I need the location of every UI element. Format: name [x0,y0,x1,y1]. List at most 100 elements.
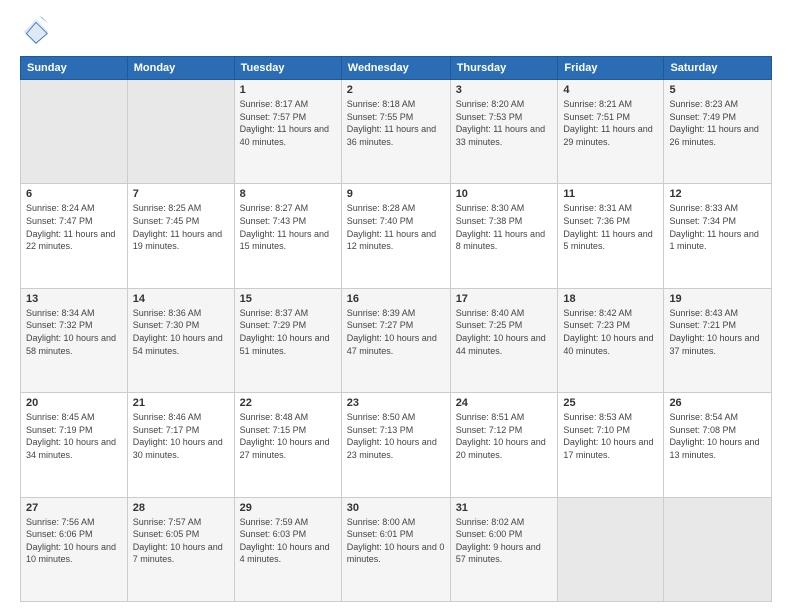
day-number: 23 [347,397,445,409]
day-info: Sunrise: 8:48 AM Sunset: 7:15 PM Dayligh… [240,411,336,461]
day-info: Sunrise: 8:21 AM Sunset: 7:51 PM Dayligh… [563,98,658,148]
day-info: Sunrise: 8:33 AM Sunset: 7:34 PM Dayligh… [669,202,766,252]
page: SundayMondayTuesdayWednesdayThursdayFrid… [0,0,792,612]
day-info: Sunrise: 7:56 AM Sunset: 6:06 PM Dayligh… [26,516,122,566]
calendar-cell: 3 Sunrise: 8:20 AM Sunset: 7:53 PM Daylig… [450,80,558,184]
day-info: Sunrise: 7:57 AM Sunset: 6:05 PM Dayligh… [133,516,229,566]
calendar-cell: 12 Sunrise: 8:33 AM Sunset: 7:34 PM Dayli… [664,184,772,288]
day-number: 28 [133,502,229,514]
day-info: Sunrise: 8:40 AM Sunset: 7:25 PM Dayligh… [456,307,553,357]
day-info: Sunrise: 8:20 AM Sunset: 7:53 PM Dayligh… [456,98,553,148]
calendar-header: SundayMondayTuesdayWednesdayThursdayFrid… [21,57,772,80]
day-info: Sunrise: 8:00 AM Sunset: 6:01 PM Dayligh… [347,516,445,566]
day-info: Sunrise: 8:18 AM Sunset: 7:55 PM Dayligh… [347,98,445,148]
calendar-cell: 6Sunrise: 8:24 AM Sunset: 7:47 PM Daylig… [21,184,128,288]
calendar-cell: 31Sunrise: 8:02 AM Sunset: 6:00 PM Dayli… [450,497,558,601]
day-info: Sunrise: 8:02 AM Sunset: 6:00 PM Dayligh… [456,516,553,566]
calendar-cell: 13Sunrise: 8:34 AM Sunset: 7:32 PM Dayli… [21,288,128,392]
week-row-1: 1 Sunrise: 8:17 AM Sunset: 7:57 PM Daylig… [21,80,772,184]
calendar-cell: 1 Sunrise: 8:17 AM Sunset: 7:57 PM Daylig… [234,80,341,184]
calendar-cell [558,497,664,601]
calendar-cell: 19 Sunrise: 8:43 AM Sunset: 7:21 PM Dayli… [664,288,772,392]
day-number: 4 [563,84,658,96]
calendar-cell: 22 Sunrise: 8:48 AM Sunset: 7:15 PM Dayli… [234,393,341,497]
calendar-cell [664,497,772,601]
calendar-cell [127,80,234,184]
day-number: 26 [669,397,766,409]
header [20,16,772,48]
day-number: 24 [456,397,553,409]
day-number: 5 [669,84,766,96]
calendar-table: SundayMondayTuesdayWednesdayThursdayFrid… [20,56,772,602]
calendar-cell: 9 Sunrise: 8:28 AM Sunset: 7:40 PM Daylig… [341,184,450,288]
week-row-4: 20Sunrise: 8:45 AM Sunset: 7:19 PM Dayli… [21,393,772,497]
calendar-cell: 2 Sunrise: 8:18 AM Sunset: 7:55 PM Daylig… [341,80,450,184]
day-number: 16 [347,293,445,305]
calendar-cell: 27 Sunrise: 7:56 AM Sunset: 6:06 PM Dayli… [21,497,128,601]
day-info: Sunrise: 7:59 AM Sunset: 6:03 PM Dayligh… [240,516,336,566]
calendar-cell: 28 Sunrise: 7:57 AM Sunset: 6:05 PM Dayli… [127,497,234,601]
header-day-sunday: Sunday [21,57,128,80]
day-info: Sunrise: 8:17 AM Sunset: 7:57 PM Dayligh… [240,98,336,148]
calendar-cell: 24Sunrise: 8:51 AM Sunset: 7:12 PM Dayli… [450,393,558,497]
calendar-cell: 14 Sunrise: 8:36 AM Sunset: 7:30 PM Dayli… [127,288,234,392]
header-row: SundayMondayTuesdayWednesdayThursdayFrid… [21,57,772,80]
day-number: 10 [456,188,553,200]
calendar-cell: 18 Sunrise: 8:42 AM Sunset: 7:23 PM Dayli… [558,288,664,392]
day-info: Sunrise: 8:36 AM Sunset: 7:30 PM Dayligh… [133,307,229,357]
day-info: Sunrise: 8:24 AM Sunset: 7:47 PM Dayligh… [26,202,122,252]
day-number: 22 [240,397,336,409]
day-number: 8 [240,188,336,200]
calendar-cell: 5Sunrise: 8:23 AM Sunset: 7:49 PM Daylig… [664,80,772,184]
day-number: 19 [669,293,766,305]
calendar-body: 1 Sunrise: 8:17 AM Sunset: 7:57 PM Daylig… [21,80,772,602]
day-number: 12 [669,188,766,200]
header-day-friday: Friday [558,57,664,80]
header-day-monday: Monday [127,57,234,80]
day-info: Sunrise: 8:28 AM Sunset: 7:40 PM Dayligh… [347,202,445,252]
calendar-cell: 26 Sunrise: 8:54 AM Sunset: 7:08 PM Dayli… [664,393,772,497]
day-number: 21 [133,397,229,409]
calendar-cell: 17 Sunrise: 8:40 AM Sunset: 7:25 PM Dayli… [450,288,558,392]
day-number: 29 [240,502,336,514]
calendar-cell: 16 Sunrise: 8:39 AM Sunset: 7:27 PM Dayli… [341,288,450,392]
day-info: Sunrise: 8:25 AM Sunset: 7:45 PM Dayligh… [133,202,229,252]
calendar-cell: 4 Sunrise: 8:21 AM Sunset: 7:51 PM Daylig… [558,80,664,184]
calendar-cell: 30 Sunrise: 8:00 AM Sunset: 6:01 PM Dayli… [341,497,450,601]
week-row-3: 13Sunrise: 8:34 AM Sunset: 7:32 PM Dayli… [21,288,772,392]
calendar-cell: 15Sunrise: 8:37 AM Sunset: 7:29 PM Dayli… [234,288,341,392]
calendar-cell: 7Sunrise: 8:25 AM Sunset: 7:45 PM Daylig… [127,184,234,288]
calendar-cell: 23Sunrise: 8:50 AM Sunset: 7:13 PM Dayli… [341,393,450,497]
day-info: Sunrise: 8:42 AM Sunset: 7:23 PM Dayligh… [563,307,658,357]
calendar-cell: 29 Sunrise: 7:59 AM Sunset: 6:03 PM Dayli… [234,497,341,601]
day-info: Sunrise: 8:54 AM Sunset: 7:08 PM Dayligh… [669,411,766,461]
header-day-saturday: Saturday [664,57,772,80]
logo [20,16,56,48]
day-info: Sunrise: 8:43 AM Sunset: 7:21 PM Dayligh… [669,307,766,357]
day-number: 20 [26,397,122,409]
day-info: Sunrise: 8:53 AM Sunset: 7:10 PM Dayligh… [563,411,658,461]
day-info: Sunrise: 8:39 AM Sunset: 7:27 PM Dayligh… [347,307,445,357]
day-number: 11 [563,188,658,200]
day-number: 27 [26,502,122,514]
day-number: 3 [456,84,553,96]
day-info: Sunrise: 8:34 AM Sunset: 7:32 PM Dayligh… [26,307,122,357]
header-day-tuesday: Tuesday [234,57,341,80]
week-row-5: 27 Sunrise: 7:56 AM Sunset: 6:06 PM Dayli… [21,497,772,601]
day-number: 9 [347,188,445,200]
day-number: 30 [347,502,445,514]
day-number: 1 [240,84,336,96]
calendar-cell: 10Sunrise: 8:30 AM Sunset: 7:38 PM Dayli… [450,184,558,288]
day-number: 17 [456,293,553,305]
day-number: 15 [240,293,336,305]
day-number: 2 [347,84,445,96]
day-number: 14 [133,293,229,305]
week-row-2: 6Sunrise: 8:24 AM Sunset: 7:47 PM Daylig… [21,184,772,288]
day-info: Sunrise: 8:31 AM Sunset: 7:36 PM Dayligh… [563,202,658,252]
day-info: Sunrise: 8:27 AM Sunset: 7:43 PM Dayligh… [240,202,336,252]
day-number: 18 [563,293,658,305]
calendar-cell: 21Sunrise: 8:46 AM Sunset: 7:17 PM Dayli… [127,393,234,497]
header-day-wednesday: Wednesday [341,57,450,80]
header-day-thursday: Thursday [450,57,558,80]
logo-icon [20,16,52,48]
